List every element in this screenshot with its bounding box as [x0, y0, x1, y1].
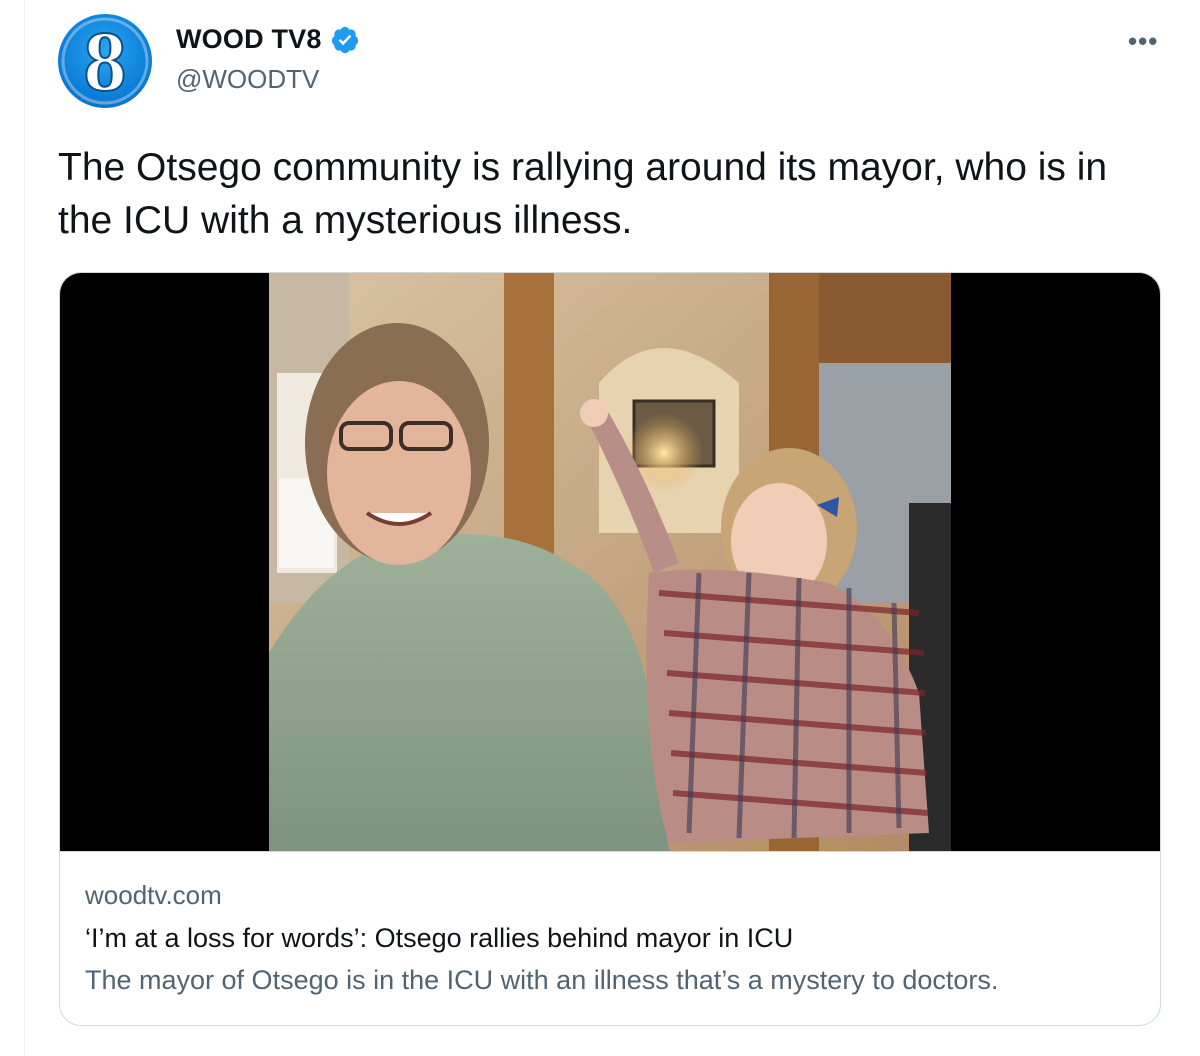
card-image[interactable] [60, 273, 1160, 851]
wood-tv8-logo: 8 [61, 14, 149, 108]
author-name[interactable]: WOOD TV8 [176, 24, 322, 55]
ellipsis-icon: ••• [1128, 26, 1159, 56]
photo-woman-holding-toddler [269, 273, 951, 851]
link-card[interactable]: woodtv.com ‘I’m at a loss for words’: Ot… [59, 272, 1161, 1026]
author-name-row[interactable]: WOOD TV8 [176, 24, 360, 55]
more-options-button[interactable]: ••• [1128, 26, 1158, 57]
author-handle[interactable]: @WOODTV [176, 64, 319, 95]
verified-badge-icon [331, 26, 358, 53]
timeline-divider [24, 0, 25, 1056]
card-title[interactable]: ‘I’m at a loss for words’: Otsego rallie… [85, 923, 793, 954]
tweet-text: The Otsego community is rallying around … [58, 146, 1108, 242]
card-divider [60, 851, 1160, 852]
card-domain[interactable]: woodtv.com [85, 880, 222, 911]
avatar-logo-text: 8 [84, 14, 127, 108]
avatar[interactable]: 8 [58, 14, 152, 108]
tweet-page: 8 WOOD TV8 @WOODTV ••• The Otsego commun… [0, 0, 1200, 1056]
card-description[interactable]: The mayor of Otsego is in the ICU with a… [85, 965, 998, 996]
